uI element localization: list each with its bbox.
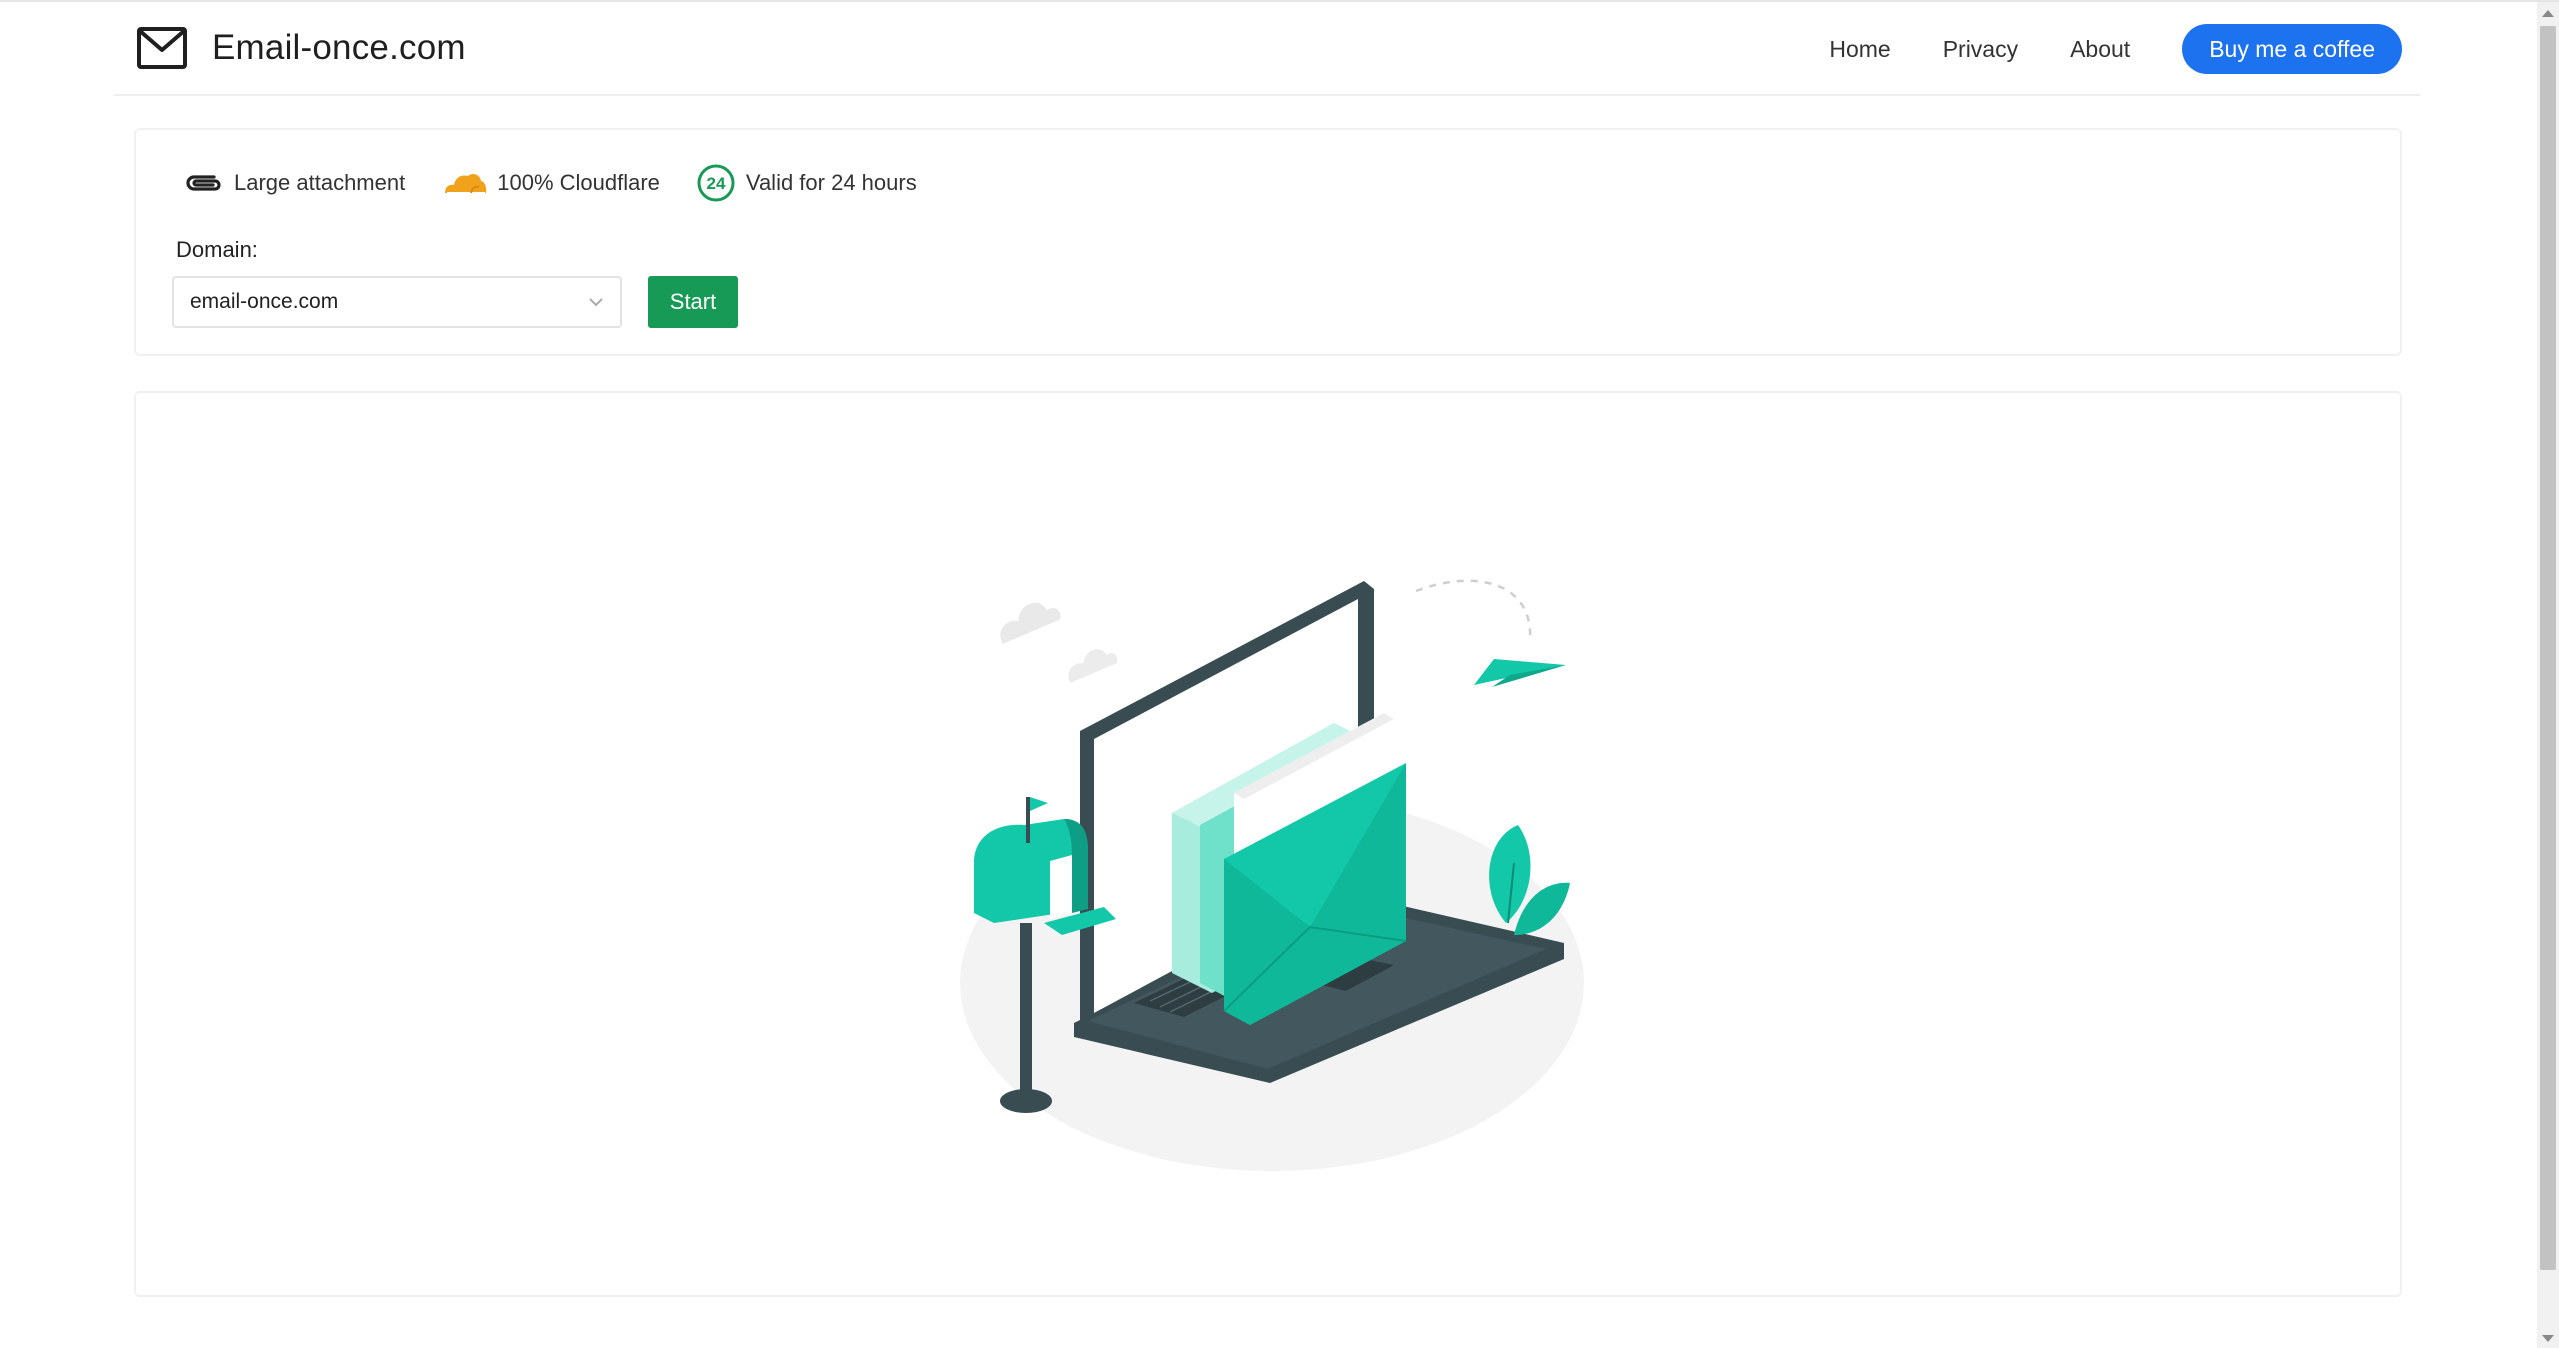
nav-home-link[interactable]: Home <box>1829 36 1890 63</box>
feature-list: Large attachment 100% Cloudflare 24 Vali… <box>184 160 953 206</box>
domain-select[interactable]: email-once.com <box>172 276 622 328</box>
mail-icon <box>137 27 187 69</box>
feature-large-attachment: Large attachment <box>184 168 405 198</box>
paperclip-icon <box>186 175 221 191</box>
inbox-card: @ <box>134 391 2402 1297</box>
brand-title: Email-once.com <box>212 28 466 67</box>
page: Email-once.com Home Privacy About Buy me… <box>0 0 2559 1348</box>
24-hours-icon: 24 <box>697 164 735 202</box>
scroll-down-arrow-icon[interactable] <box>2542 1335 2554 1342</box>
email-laptop-illustration: @ <box>960 579 1584 1171</box>
feature-cloudflare: 100% Cloudflare <box>441 169 660 197</box>
page-scrollbar[interactable] <box>2537 2 2559 1348</box>
mailbox-settings-card: Large attachment 100% Cloudflare 24 Vali… <box>134 128 2402 356</box>
scrollbar-thumb[interactable] <box>2540 26 2556 1270</box>
domain-label: Domain: <box>176 237 258 262</box>
brand[interactable]: Email-once.com <box>136 22 466 74</box>
nav-privacy-link[interactable]: Privacy <box>1943 36 2018 63</box>
feature-label: 100% Cloudflare <box>497 170 660 195</box>
nav-about-link[interactable]: About <box>2070 36 2130 63</box>
feature-24-hours: 24 Valid for 24 hours <box>696 163 917 203</box>
site-header: Email-once.com Home Privacy About Buy me… <box>114 2 2420 96</box>
feature-label: Valid for 24 hours <box>745 170 917 195</box>
cloudflare-icon <box>445 173 487 194</box>
scroll-up-arrow-icon[interactable] <box>2542 10 2554 17</box>
svg-text:24: 24 <box>706 174 725 193</box>
feature-label: Large attachment <box>234 170 406 195</box>
buy-me-a-coffee-button[interactable]: Buy me a coffee <box>2182 24 2402 74</box>
chevron-down-icon <box>589 298 603 307</box>
main-nav: Home Privacy About Buy me a coffee <box>1829 23 2402 75</box>
domain-selected-value: email-once.com <box>190 290 339 313</box>
start-button[interactable]: Start <box>648 276 738 328</box>
